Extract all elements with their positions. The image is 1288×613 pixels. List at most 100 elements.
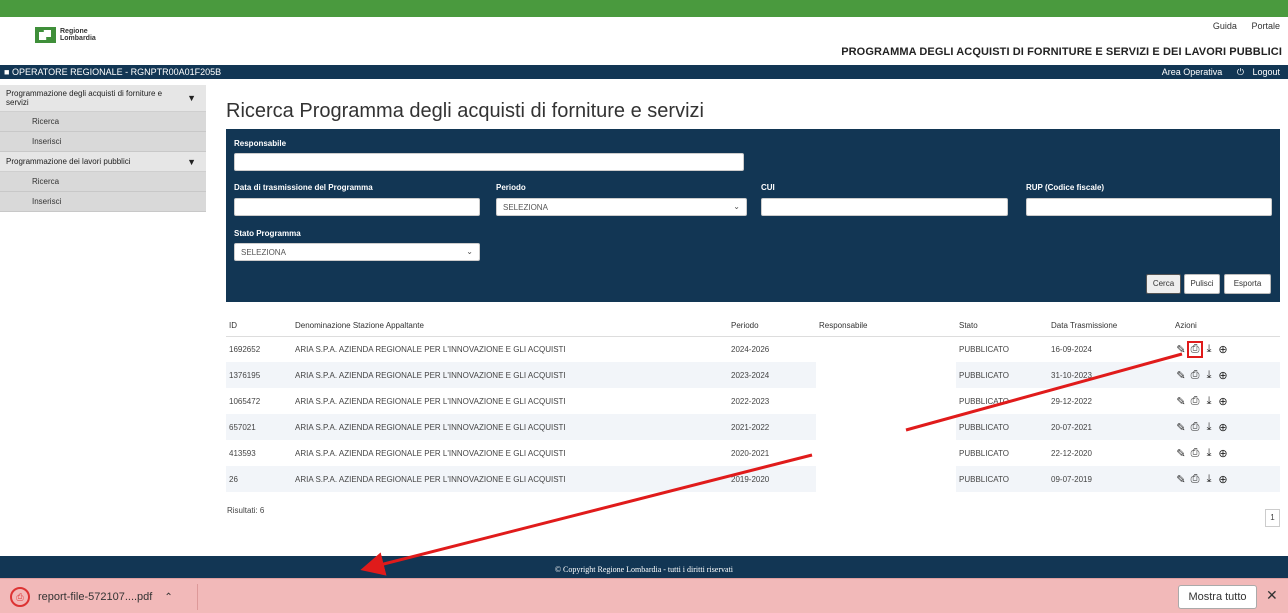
chevron-up-icon[interactable]: ⌃ [164,592,172,603]
chevron-down-icon: ▼ [187,93,196,103]
download-icon[interactable]: ⤓ [1203,473,1215,486]
print-icon[interactable]: ⎙ [1189,421,1201,434]
stato-programma-select[interactable]: SELEZIONA ⌄ [234,243,480,261]
cell-stato: PUBBLICATO [956,362,1048,388]
print-icon[interactable]: ⎙ [1189,473,1201,486]
top-green-bar [0,0,1288,17]
download-bar: ⎙ report-file-572107....pdf ⌃ Mostra tut… [0,578,1288,613]
periodo-select[interactable]: SELEZIONA ⌄ [496,198,747,216]
guida-link[interactable]: Guida [1213,21,1237,31]
show-all-button[interactable]: Mostra tutto [1178,585,1257,609]
pencil-icon[interactable]: ✎ [1175,343,1187,356]
logout-link[interactable]: ⏻ Logout [1231,67,1280,77]
rup-label: RUP (Codice fiscale) [1026,183,1105,192]
sidebar-item-inserisci[interactable]: Inserisci [0,132,206,152]
plus-circle-icon[interactable]: ⊕ [1217,421,1229,434]
cell-name: ARIA S.P.A. AZIENDA REGIONALE PER L'INNO… [295,396,566,406]
user-bar: ■ OPERATORE REGIONALE - RGNPTR00A01F205B… [0,65,1288,79]
cell-stato: PUBBLICATO [959,396,1009,406]
cell-responsabile [816,336,956,362]
cell-periodo: 2020-2021 [731,448,770,458]
stato-programma-label: Stato Programma [234,229,301,238]
portale-link[interactable]: Portale [1251,21,1280,31]
print-icon[interactable]: ⎙ [1189,447,1201,460]
results-table: ID Denominazione Stazione Appaltante Per… [226,315,1280,492]
responsabile-input[interactable] [234,153,744,171]
regione-lombardia-logo[interactable]: Regione Lombardia [35,27,96,43]
cell-periodo: 2022-2023 [731,396,770,406]
user-label: OPERATORE REGIONALE - RGNPTR00A01F205B [11,67,222,77]
cell-id: 1376195 [226,362,292,388]
stato-select-value: SELEZIONA [241,248,286,257]
print-icon[interactable]: ⎙ [1189,395,1201,408]
column-header[interactable]: Periodo [728,315,816,337]
rup-input[interactable] [1026,198,1272,216]
download-icon[interactable]: ⤓ [1203,421,1215,434]
column-header[interactable]: Responsabile [816,315,956,337]
sidebar: Programmazione degli acquisti di fornitu… [0,85,206,215]
table-row: 26 ARIA S.P.A. AZIENDA REGIONALE PER L'I… [226,466,1280,492]
print-icon[interactable]: ⎙ [1187,340,1203,358]
cell-periodo: 2019-2020 [728,466,816,492]
cell-data: 20-07-2021 [1048,414,1172,440]
cell-id: 1065472 [229,396,261,406]
plus-circle-icon[interactable]: ⊕ [1217,395,1229,408]
sidebar-section-lavori[interactable]: Programmazione dei lavori pubblici ▼ [0,152,206,172]
user-icon: ■ [4,67,10,77]
esporta-button[interactable]: Esporta [1224,274,1271,294]
row-actions: ✎ ⎙ ⤓ ⊕ [1175,447,1280,460]
logo-text-2: Lombardia [60,35,96,42]
download-file-name: report-file-572107....pdf [38,591,153,603]
column-header[interactable]: ID [226,315,292,337]
area-operativa-link[interactable]: Area Operativa [1162,67,1223,77]
table-row: 1065472 ARIA S.P.A. AZIENDA REGIONALE PE… [226,388,1280,414]
logo-mark-icon [35,27,56,43]
page-title: Ricerca Programma degli acquisti di forn… [226,100,704,122]
power-icon: ⏻ [1236,67,1244,77]
plus-circle-icon[interactable]: ⊕ [1217,343,1229,356]
sidebar-item-ricerca[interactable]: Ricerca [0,112,206,132]
sidebar-item-ricerca[interactable]: Ricerca [0,172,206,192]
cell-stato: PUBBLICATO [959,344,1009,354]
footer: © Copyright Regione Lombardia - tutti i … [0,556,1288,578]
pencil-icon[interactable]: ✎ [1175,447,1187,460]
print-icon[interactable]: ⎙ [1189,369,1201,382]
pencil-icon[interactable]: ✎ [1175,473,1187,486]
cell-data: 16-09-2024 [1051,344,1092,354]
pulisci-button[interactable]: Pulisci [1184,274,1220,294]
pagination-page-1[interactable]: 1 [1265,509,1280,527]
cui-input[interactable] [761,198,1008,216]
results-count: Risultati: 6 [227,506,265,515]
column-header: Azioni [1172,315,1280,337]
plus-circle-icon[interactable]: ⊕ [1217,473,1229,486]
download-icon[interactable]: ⤓ [1203,447,1215,460]
close-icon[interactable]: ✕ [1266,587,1278,604]
chevron-down-icon: ⌄ [733,202,740,211]
sidebar-section-acquisti[interactable]: Programmazione degli acquisti di fornitu… [0,85,206,112]
column-header[interactable]: Denominazione Stazione Appaltante [292,315,728,337]
cell-data: 22-12-2020 [1051,448,1092,458]
cell-responsabile [816,388,956,414]
download-item[interactable]: ⎙ report-file-572107....pdf ⌃ [6,584,198,610]
download-icon[interactable]: ⤓ [1203,395,1215,408]
cell-id: 1692652 [229,344,261,354]
cell-stato: PUBBLICATO [956,466,1048,492]
sidebar-section-label: Programmazione degli acquisti di fornitu… [6,89,163,107]
plus-circle-icon[interactable]: ⊕ [1217,369,1229,382]
cell-stato: PUBBLICATO [959,448,1009,458]
pencil-icon[interactable]: ✎ [1175,421,1187,434]
logout-label: Logout [1252,67,1280,77]
plus-circle-icon[interactable]: ⊕ [1217,447,1229,460]
cerca-button[interactable]: Cerca [1146,274,1181,294]
column-header[interactable]: Data Trasmissione [1048,315,1172,337]
download-icon[interactable]: ⤓ [1203,343,1215,356]
chevron-down-icon: ⌄ [466,247,473,256]
sidebar-item-inserisci[interactable]: Inserisci [0,192,206,212]
pencil-icon[interactable]: ✎ [1175,369,1187,382]
column-header[interactable]: Stato [956,315,1048,337]
data-trasmissione-input[interactable] [234,198,480,216]
pencil-icon[interactable]: ✎ [1175,395,1187,408]
cell-periodo: 2021-2022 [728,414,816,440]
download-icon[interactable]: ⤓ [1203,369,1215,382]
chevron-down-icon: ▼ [187,156,196,167]
